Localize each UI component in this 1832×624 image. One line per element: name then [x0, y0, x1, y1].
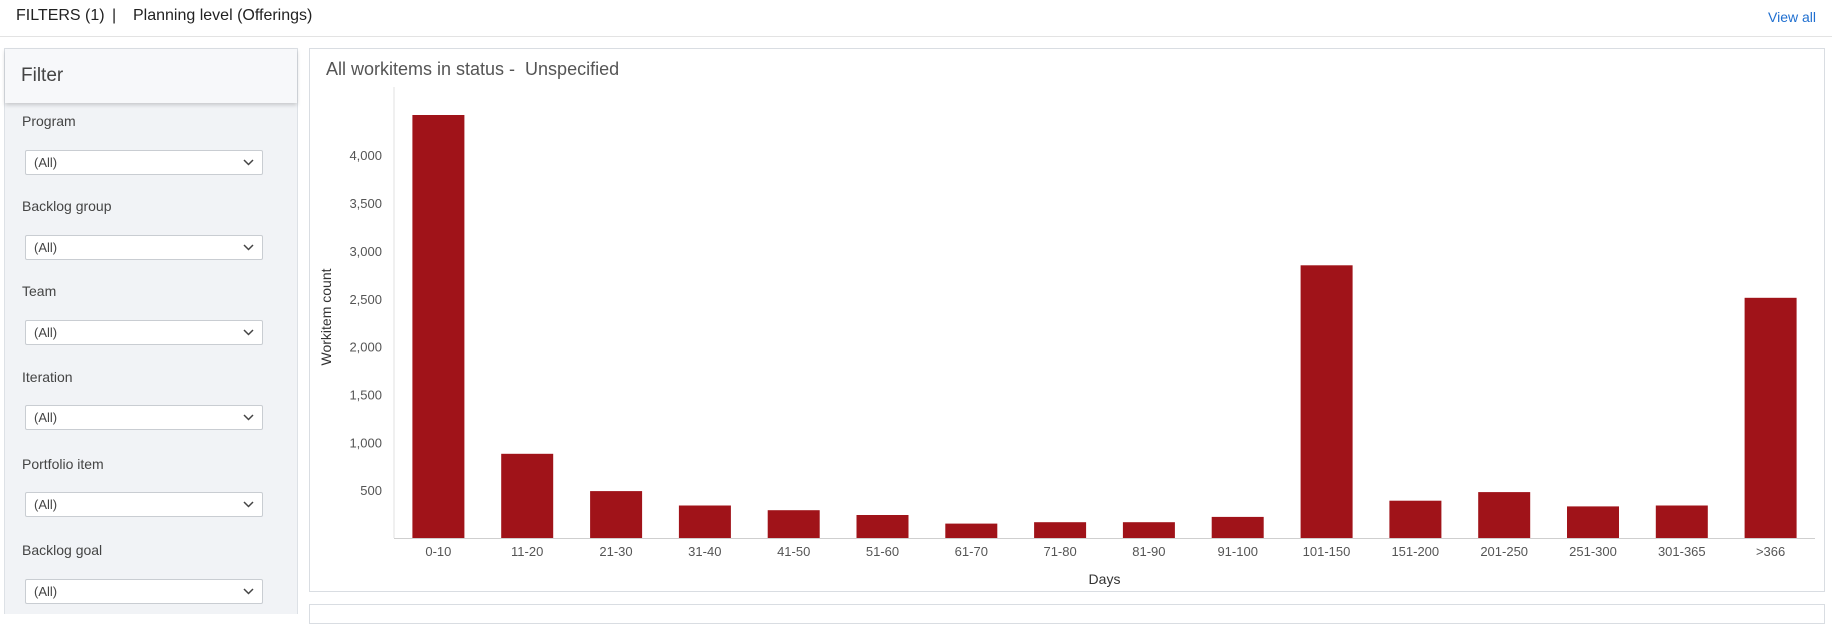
x-tick-label: 101-150 [1303, 544, 1351, 559]
filters-count-label[interactable]: FILTERS (1) [16, 7, 105, 25]
backlog-goal-select-value: (All) [34, 584, 58, 599]
x-tick-label: 11-20 [511, 544, 543, 559]
x-tick-label: 0-10 [425, 544, 451, 559]
filter-label-backlog-group: Backlog group [22, 198, 112, 214]
x-tick-label: 31-40 [688, 544, 721, 559]
backlog-group-select-value: (All) [34, 240, 58, 255]
planning-level-label[interactable]: Planning level (Offerings) [133, 7, 312, 25]
bar[interactable] [412, 115, 465, 538]
x-tick-label: 301-365 [1658, 544, 1706, 559]
x-tick-label: 91-100 [1217, 544, 1257, 559]
x-axis-title: Days [1089, 571, 1121, 587]
filter-label-program: Program [22, 113, 76, 129]
y-tick-label: 3,000 [349, 244, 382, 259]
bar[interactable] [1655, 505, 1708, 539]
bar[interactable] [1034, 522, 1087, 538]
backlog-group-select[interactable]: (All) [25, 235, 263, 260]
chevron-down-icon [243, 414, 254, 421]
filter-label-iteration: Iteration [22, 369, 73, 385]
bar[interactable] [1744, 297, 1797, 538]
iteration-select-value: (All) [34, 410, 58, 425]
bar[interactable] [1478, 492, 1531, 538]
filter-header: Filter [5, 49, 297, 103]
x-tick-label: 251-300 [1569, 544, 1617, 559]
bar[interactable] [1122, 522, 1175, 538]
x-tick-label: 71-80 [1043, 544, 1076, 559]
team-select-value: (All) [34, 325, 58, 340]
bar[interactable] [767, 510, 820, 538]
x-tick-label: 21-30 [599, 544, 632, 559]
workitem-bar-chart: 500 1,000 1,500 2,000 2,500 3,000 3,500 4,000 0-… [318, 87, 1815, 587]
x-tick-label: 151-200 [1391, 544, 1439, 559]
iteration-select[interactable]: (All) [25, 405, 263, 430]
filter-label-backlog-goal: Backlog goal [22, 542, 103, 558]
filter-sidebar: Filter Program (All) Backlog group (All)… [4, 48, 298, 614]
chevron-down-icon [243, 329, 254, 336]
team-select[interactable]: (All) [25, 320, 263, 345]
chevron-down-icon [243, 588, 254, 595]
y-axis-title: Workitem count [318, 268, 334, 365]
view-all-link[interactable]: View all [1768, 9, 1816, 25]
x-tick-label: 201-250 [1480, 544, 1528, 559]
bar[interactable] [1300, 265, 1353, 538]
bar[interactable] [590, 491, 643, 538]
chevron-down-icon [243, 244, 254, 251]
filter-label-team: Team [22, 283, 57, 299]
y-tick-label: 3,500 [349, 196, 382, 211]
chevron-down-icon [243, 159, 254, 166]
y-tick-label: 500 [360, 483, 382, 498]
bar[interactable] [856, 515, 909, 538]
bar[interactable] [1567, 506, 1619, 538]
y-tick-label: 2,000 [349, 340, 382, 355]
bar[interactable] [1211, 516, 1264, 538]
bar[interactable] [945, 523, 998, 538]
bar[interactable] [501, 453, 554, 538]
program-select[interactable]: (All) [25, 150, 263, 175]
y-tick-label: 1,500 [349, 387, 382, 402]
next-chart-panel [309, 604, 1825, 624]
y-tick-label: 2,500 [349, 292, 382, 307]
filters-bar: FILTERS (1) | Planning level (Offerings)… [0, 0, 1832, 37]
x-tick-label: >366 [1756, 544, 1785, 559]
y-tick-label: 4,000 [349, 148, 382, 163]
x-tick-label: 81-90 [1132, 544, 1165, 559]
portfolio-item-select[interactable]: (All) [25, 492, 263, 517]
bar[interactable] [678, 505, 731, 539]
program-select-value: (All) [34, 155, 58, 170]
portfolio-item-select-value: (All) [34, 497, 58, 512]
x-tick-label: 51-60 [866, 544, 899, 559]
x-tick-label: 61-70 [955, 544, 988, 559]
chart-panel: All workitems in status - Unspecified 500… [309, 48, 1825, 592]
filter-label-portfolio-item: Portfolio item [22, 456, 104, 472]
chevron-down-icon [243, 501, 254, 508]
y-tick-label: 1,000 [349, 435, 382, 450]
bar[interactable] [1389, 500, 1442, 538]
x-tick-label: 41-50 [777, 544, 810, 559]
backlog-goal-select[interactable]: (All) [25, 579, 263, 604]
filter-title: Filter [21, 65, 64, 86]
separator: | [112, 7, 117, 24]
